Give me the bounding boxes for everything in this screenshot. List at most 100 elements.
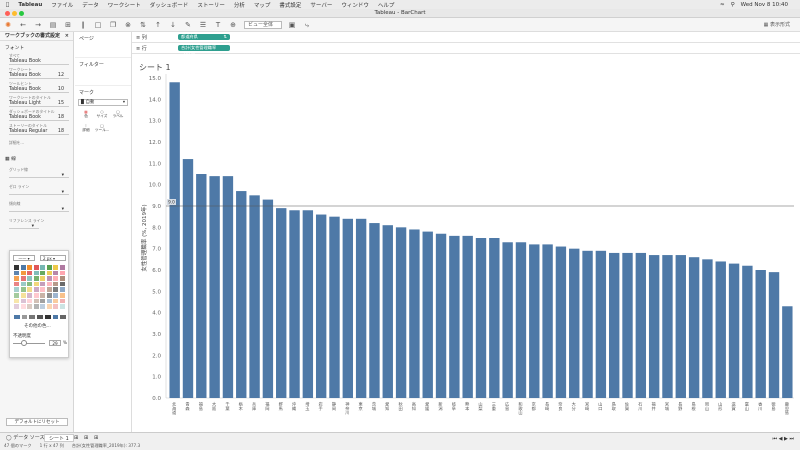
color-swatch[interactable] — [20, 276, 26, 281]
color-swatch[interactable] — [33, 270, 39, 276]
color-swatch[interactable] — [20, 265, 26, 270]
color-swatch[interactable] — [53, 293, 58, 298]
font-worksheet-select[interactable]: Tableau Book 12 — [9, 73, 69, 79]
font-story-title-select[interactable]: Tableau Regular 18 — [9, 129, 69, 135]
color-swatch[interactable] — [53, 276, 58, 281]
menu-help[interactable]: ヘルプ — [378, 1, 395, 9]
fix-axes-icon[interactable]: ⊕ — [229, 21, 237, 29]
color-swatch[interactable] — [33, 298, 39, 304]
bar[interactable] — [595, 250, 607, 398]
bar[interactable] — [449, 235, 460, 398]
rows-pill[interactable]: 合計(女性管理職率_2019) — [178, 45, 230, 56]
bar[interactable] — [382, 225, 393, 398]
color-swatch[interactable] — [27, 265, 32, 270]
color-swatch[interactable] — [59, 304, 65, 309]
more-colors-link[interactable]: その他の色... — [24, 323, 51, 329]
bar[interactable] — [262, 199, 274, 398]
bar[interactable] — [409, 229, 420, 398]
bar[interactable] — [648, 255, 660, 398]
zoom-window-button[interactable] — [19, 11, 24, 16]
color-swatch[interactable] — [14, 265, 19, 270]
menu-file[interactable]: ファイル — [51, 1, 73, 9]
color-swatch[interactable] — [59, 276, 65, 281]
color-swatch[interactable] — [14, 281, 19, 287]
color-swatch[interactable] — [33, 293, 39, 298]
bar[interactable] — [675, 255, 686, 398]
font-all-select[interactable]: Tableau Book — [9, 59, 69, 65]
color-swatch[interactable] — [40, 265, 45, 270]
bar[interactable] — [249, 195, 260, 398]
menu-map[interactable]: マップ — [254, 1, 271, 9]
new-datasource-icon[interactable]: ⊞ — [64, 21, 72, 29]
font-db-title-select[interactable]: Tableau Book 18 — [9, 115, 69, 121]
filters-drop-area[interactable] — [75, 71, 131, 85]
bar[interactable] — [622, 252, 633, 398]
bar[interactable] — [688, 257, 700, 398]
color-swatch[interactable] — [46, 270, 52, 276]
undo-icon[interactable]: ← — [19, 21, 27, 29]
color-swatch[interactable] — [27, 270, 32, 276]
color-swatch[interactable] — [59, 287, 65, 292]
color-swatch[interactable] — [46, 298, 52, 304]
menu-worksheet[interactable]: ワークシート — [108, 1, 141, 9]
gridlines-select[interactable]: ▾ — [9, 173, 69, 178]
pause-updates-icon[interactable]: ❙ — [79, 21, 87, 29]
bar[interactable] — [289, 210, 300, 398]
color-swatch[interactable] — [27, 276, 32, 281]
bar[interactable] — [315, 214, 327, 398]
minimize-window-button[interactable] — [12, 11, 17, 16]
last-sheet-icon[interactable]: ⏭ — [789, 436, 794, 442]
color-swatch[interactable] — [14, 287, 19, 292]
bar[interactable] — [395, 227, 407, 398]
color-swatch-grid[interactable] — [14, 265, 66, 311]
color-swatch[interactable] — [14, 304, 19, 309]
redo-icon[interactable]: → — [34, 21, 42, 29]
search-icon[interactable]: ⚲ — [731, 2, 735, 8]
color-swatch[interactable] — [59, 270, 65, 276]
group-icon[interactable]: ☰ — [199, 21, 207, 29]
color-swatch[interactable] — [20, 293, 26, 298]
line-style-select[interactable]: —— ▾ — [13, 255, 35, 261]
color-swatch[interactable] — [40, 298, 45, 304]
color-swatch[interactable] — [33, 276, 39, 281]
color-swatch[interactable] — [40, 276, 45, 281]
color-swatch[interactable] — [46, 304, 52, 309]
color-swatch[interactable] — [20, 270, 26, 276]
bar[interactable] — [329, 216, 340, 398]
show-me-button[interactable]: ▦ 表示形式 — [764, 21, 790, 28]
tableau-logo-icon[interactable]: ✺ — [4, 21, 12, 29]
bar[interactable] — [728, 263, 740, 398]
opacity-slider[interactable] — [13, 343, 45, 344]
save-icon[interactable]: ▤ — [49, 21, 57, 29]
color-swatch[interactable] — [40, 304, 45, 309]
bar[interactable] — [555, 246, 567, 398]
bar[interactable] — [542, 244, 553, 398]
color-swatch[interactable] — [53, 281, 58, 287]
share-icon[interactable]: ⤷ — [303, 21, 311, 29]
tooltip-mark-button[interactable]: □ ツール... — [94, 124, 110, 138]
color-swatch[interactable] — [14, 270, 19, 276]
color-swatch[interactable] — [59, 281, 65, 287]
color-swatch[interactable] — [20, 281, 26, 287]
color-swatch[interactable] — [33, 287, 39, 292]
bar[interactable] — [342, 218, 354, 398]
bar[interactable] — [209, 176, 220, 398]
font-worksheet-size[interactable]: 12 — [58, 73, 64, 78]
color-swatch[interactable] — [33, 304, 39, 309]
menu-dashboard[interactable]: ダッシュボード — [150, 1, 189, 9]
font-ws-title-size[interactable]: 15 — [58, 101, 64, 106]
bar[interactable] — [276, 208, 287, 398]
color-swatch[interactable] — [40, 281, 45, 287]
color-swatch[interactable] — [53, 270, 58, 276]
bar[interactable] — [582, 250, 593, 398]
trend-line-select[interactable]: ▾ — [9, 207, 69, 212]
bar[interactable] — [768, 272, 780, 398]
reference-line-select[interactable]: ▾ — [9, 224, 39, 229]
fit-select[interactable]: ビュー全体 — [244, 20, 282, 29]
opacity-slider-handle[interactable] — [21, 340, 27, 346]
swap-icon[interactable]: ⇅ — [139, 21, 147, 29]
bar[interactable] — [462, 235, 473, 398]
bar[interactable] — [715, 261, 726, 398]
color-swatch[interactable] — [14, 298, 19, 304]
bar[interactable] — [435, 233, 447, 398]
